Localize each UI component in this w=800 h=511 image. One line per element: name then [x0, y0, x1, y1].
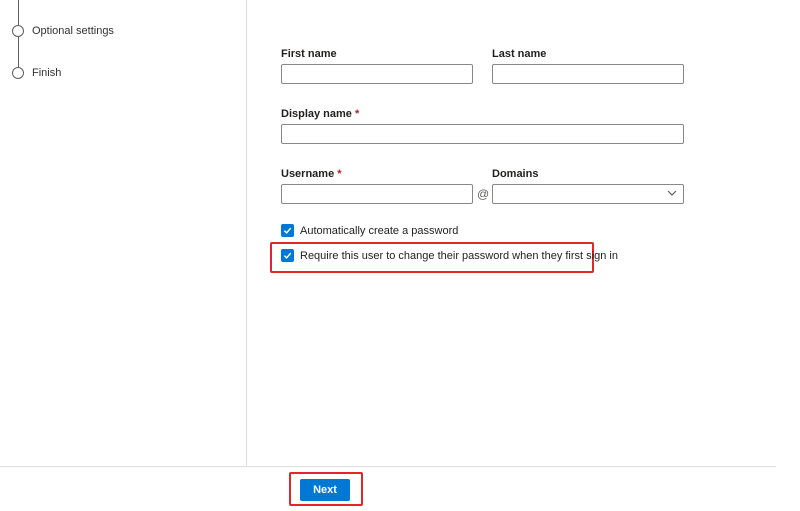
step-connector [18, 0, 19, 25]
checkmark-icon [283, 252, 292, 259]
step-label-optional-settings[interactable]: Optional settings [32, 25, 114, 37]
require-change-password-label[interactable]: Require this user to change their passwo… [300, 250, 618, 262]
domains-label: Domains [492, 168, 539, 180]
username-label-text: Username [281, 168, 335, 180]
scrollbar[interactable] [776, 0, 800, 466]
wizard-footer [0, 466, 776, 511]
last-name-label: Last name [492, 48, 547, 60]
display-name-label-text: Display name [281, 108, 352, 120]
wizard-sidebar: Optional settings Finish [0, 0, 247, 466]
next-button[interactable]: Next [300, 479, 350, 501]
last-name-input[interactable] [492, 64, 684, 84]
step-circle-icon [12, 25, 24, 37]
first-name-input[interactable] [281, 64, 473, 84]
auto-password-checkbox[interactable] [281, 224, 294, 237]
username-label: Username * [281, 168, 342, 180]
required-mark: * [337, 168, 342, 180]
first-name-label: First name [281, 48, 337, 60]
auto-password-label[interactable]: Automatically create a password [300, 225, 458, 237]
display-name-label: Display name * [281, 108, 359, 120]
step-circle-icon [12, 67, 24, 79]
chevron-down-icon [667, 190, 677, 196]
checkmark-icon [283, 227, 292, 234]
step-label-finish[interactable]: Finish [32, 67, 61, 79]
at-symbol: @ [477, 187, 490, 201]
step-connector [18, 37, 19, 67]
username-input[interactable] [281, 184, 473, 204]
domains-select[interactable] [492, 184, 684, 204]
display-name-input[interactable] [281, 124, 684, 144]
require-change-password-checkbox[interactable] [281, 249, 294, 262]
required-mark: * [354, 108, 360, 120]
